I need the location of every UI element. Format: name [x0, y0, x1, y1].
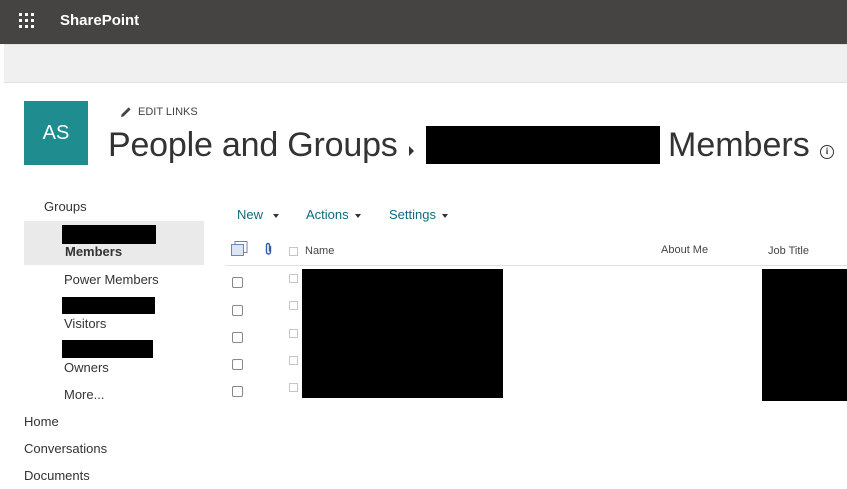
- row-checkbox[interactable]: [232, 359, 243, 370]
- nav-item-owners[interactable]: Owners: [64, 360, 109, 375]
- app-launcher-waffle-icon[interactable]: [19, 13, 37, 31]
- row-select-indicator[interactable]: [289, 356, 298, 365]
- column-header-job-title[interactable]: Job Title: [768, 245, 809, 257]
- redacted-nav-text: [62, 297, 155, 314]
- nav-groups-heading[interactable]: Groups: [44, 199, 87, 214]
- redacted-group-name: [426, 126, 660, 164]
- nav-link-conversations[interactable]: Conversations: [24, 441, 107, 456]
- edit-links-label: EDIT LINKS: [138, 106, 198, 118]
- redacted-nav-text: [62, 340, 153, 358]
- nav-item-visitors[interactable]: Visitors: [64, 316, 106, 331]
- suite-app-title[interactable]: SharePoint: [60, 12, 139, 29]
- page-title-suffix: Members: [668, 126, 810, 164]
- site-logo[interactable]: AS: [24, 101, 88, 165]
- chevron-down-icon: [273, 213, 280, 218]
- nav-item-members[interactable]: Members: [65, 244, 122, 259]
- pencil-icon: [121, 107, 131, 117]
- row-select-indicator[interactable]: [289, 301, 298, 310]
- nav-item-more[interactable]: More...: [64, 387, 104, 402]
- select-all-icon[interactable]: [231, 241, 248, 257]
- nav-link-documents[interactable]: Documents: [24, 468, 90, 483]
- attachment-paperclip-icon: [265, 242, 272, 255]
- row-checkbox[interactable]: [232, 305, 243, 316]
- chevron-down-icon: [354, 213, 361, 218]
- edit-links-button[interactable]: EDIT LINKS: [120, 106, 198, 118]
- row-checkbox[interactable]: [232, 332, 243, 343]
- nav-item-power-members[interactable]: Power Members: [64, 272, 159, 287]
- chevron-down-icon: [441, 213, 448, 218]
- redacted-member-names: [302, 269, 503, 398]
- new-menu-button[interactable]: New: [237, 207, 280, 222]
- column-header-name[interactable]: Name: [305, 245, 334, 257]
- breadcrumb-arrow-icon: [409, 146, 414, 156]
- row-select-indicator[interactable]: [289, 383, 298, 392]
- nav-link-home[interactable]: Home: [24, 414, 59, 429]
- column-header-about-me[interactable]: About Me: [661, 244, 708, 256]
- row-select-indicator[interactable]: [289, 329, 298, 338]
- row-checkbox[interactable]: [232, 277, 243, 288]
- redacted-nav-text: [62, 225, 156, 244]
- actions-label: Actions: [306, 207, 349, 222]
- settings-menu-button[interactable]: Settings: [389, 207, 448, 222]
- redacted-job-titles: [762, 269, 847, 401]
- new-label: New: [237, 207, 264, 222]
- row-checkbox[interactable]: [232, 386, 243, 397]
- info-icon[interactable]: i: [820, 145, 834, 159]
- page-title-prefix: People and Groups: [108, 126, 398, 164]
- name-column-select-checkbox[interactable]: [289, 247, 298, 256]
- settings-label: Settings: [389, 207, 436, 222]
- actions-menu-button[interactable]: Actions: [306, 207, 361, 222]
- row-select-indicator[interactable]: [289, 274, 298, 283]
- ribbon-bar: [4, 44, 847, 83]
